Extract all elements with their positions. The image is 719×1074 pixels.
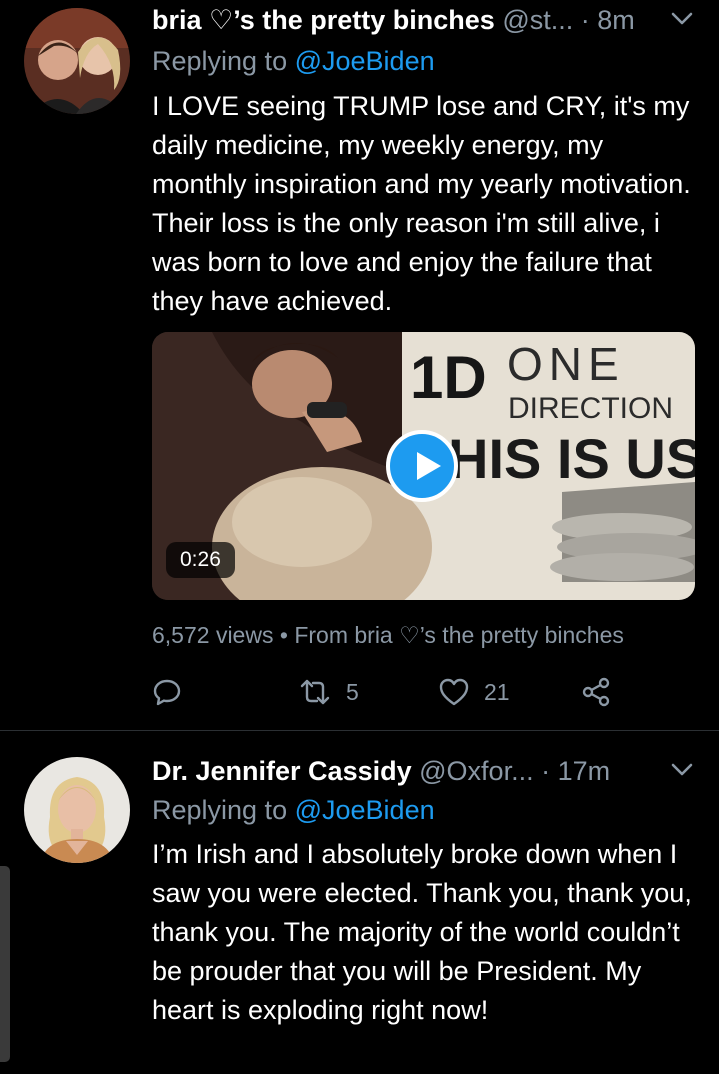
tweet[interactable]: Dr. Jennifer Cassidy @Oxfor... · 17m Rep…	[0, 730, 719, 1074]
author-name[interactable]: bria ♡’s the pretty binches	[152, 5, 495, 35]
video-stats: 6,572 views • From bria ♡’s the pretty b…	[152, 618, 624, 652]
video-overlay-text: HIS IS US	[448, 427, 695, 490]
share-icon	[582, 677, 610, 707]
video-player[interactable]: 1D ONE DIRECTION HIS IS US 0:26	[152, 332, 695, 600]
view-count: 6,572 views	[152, 622, 274, 648]
video-source[interactable]: From bria ♡’s the pretty binches	[294, 622, 624, 648]
replying-to: Replying to @JoeBiden	[152, 43, 435, 79]
timestamp[interactable]: · 8m	[581, 5, 635, 35]
like-button[interactable]: 21	[438, 672, 510, 712]
reply-button[interactable]	[152, 672, 182, 712]
reply-icon	[153, 679, 181, 706]
stats-separator: •	[279, 622, 288, 648]
replying-prefix: Replying to	[152, 795, 288, 825]
avatar[interactable]	[24, 8, 130, 114]
like-count: 21	[484, 678, 510, 705]
video-overlay-text: DIRECTION	[508, 392, 673, 425]
chevron-down-icon[interactable]	[669, 755, 695, 794]
timestamp[interactable]: · 17m	[541, 756, 610, 786]
tweet-header: bria ♡’s the pretty binches @st... · 8m	[152, 2, 695, 38]
retweet-count: 5	[346, 678, 359, 705]
tweet-text: I LOVE seeing TRUMP lose and CRY, it's m…	[152, 91, 691, 316]
chevron-down-icon[interactable]	[669, 4, 695, 43]
mention-link[interactable]: @JoeBiden	[295, 46, 435, 76]
video-duration: 0:26	[166, 542, 235, 578]
tweet-text: I’m Irish and I absolutely broke down wh…	[152, 839, 692, 1025]
video-overlay-text: ONE	[507, 338, 625, 390]
tweet-header: Dr. Jennifer Cassidy @Oxfor... · 17m	[152, 753, 695, 789]
author-handle[interactable]: @st...	[502, 5, 573, 35]
avatar[interactable]	[24, 757, 130, 863]
retweet-button[interactable]: 5	[298, 672, 359, 712]
share-button[interactable]	[580, 672, 612, 712]
retweet-icon	[300, 679, 330, 705]
video-overlay-text: 1D	[410, 344, 487, 411]
author-name[interactable]: Dr. Jennifer Cassidy	[152, 756, 412, 786]
author-handle[interactable]: @Oxfor...	[419, 756, 533, 786]
tweet-actions: 5 21	[152, 672, 700, 712]
mention-link[interactable]: @JoeBiden	[295, 795, 435, 825]
like-icon	[439, 678, 469, 706]
tweet[interactable]: bria ♡’s the pretty binches @st... · 8m …	[0, 0, 719, 730]
play-icon[interactable]	[386, 430, 458, 502]
edge-handle[interactable]	[0, 866, 10, 1062]
replying-prefix: Replying to	[152, 46, 288, 76]
replying-to: Replying to @JoeBiden	[152, 792, 435, 828]
